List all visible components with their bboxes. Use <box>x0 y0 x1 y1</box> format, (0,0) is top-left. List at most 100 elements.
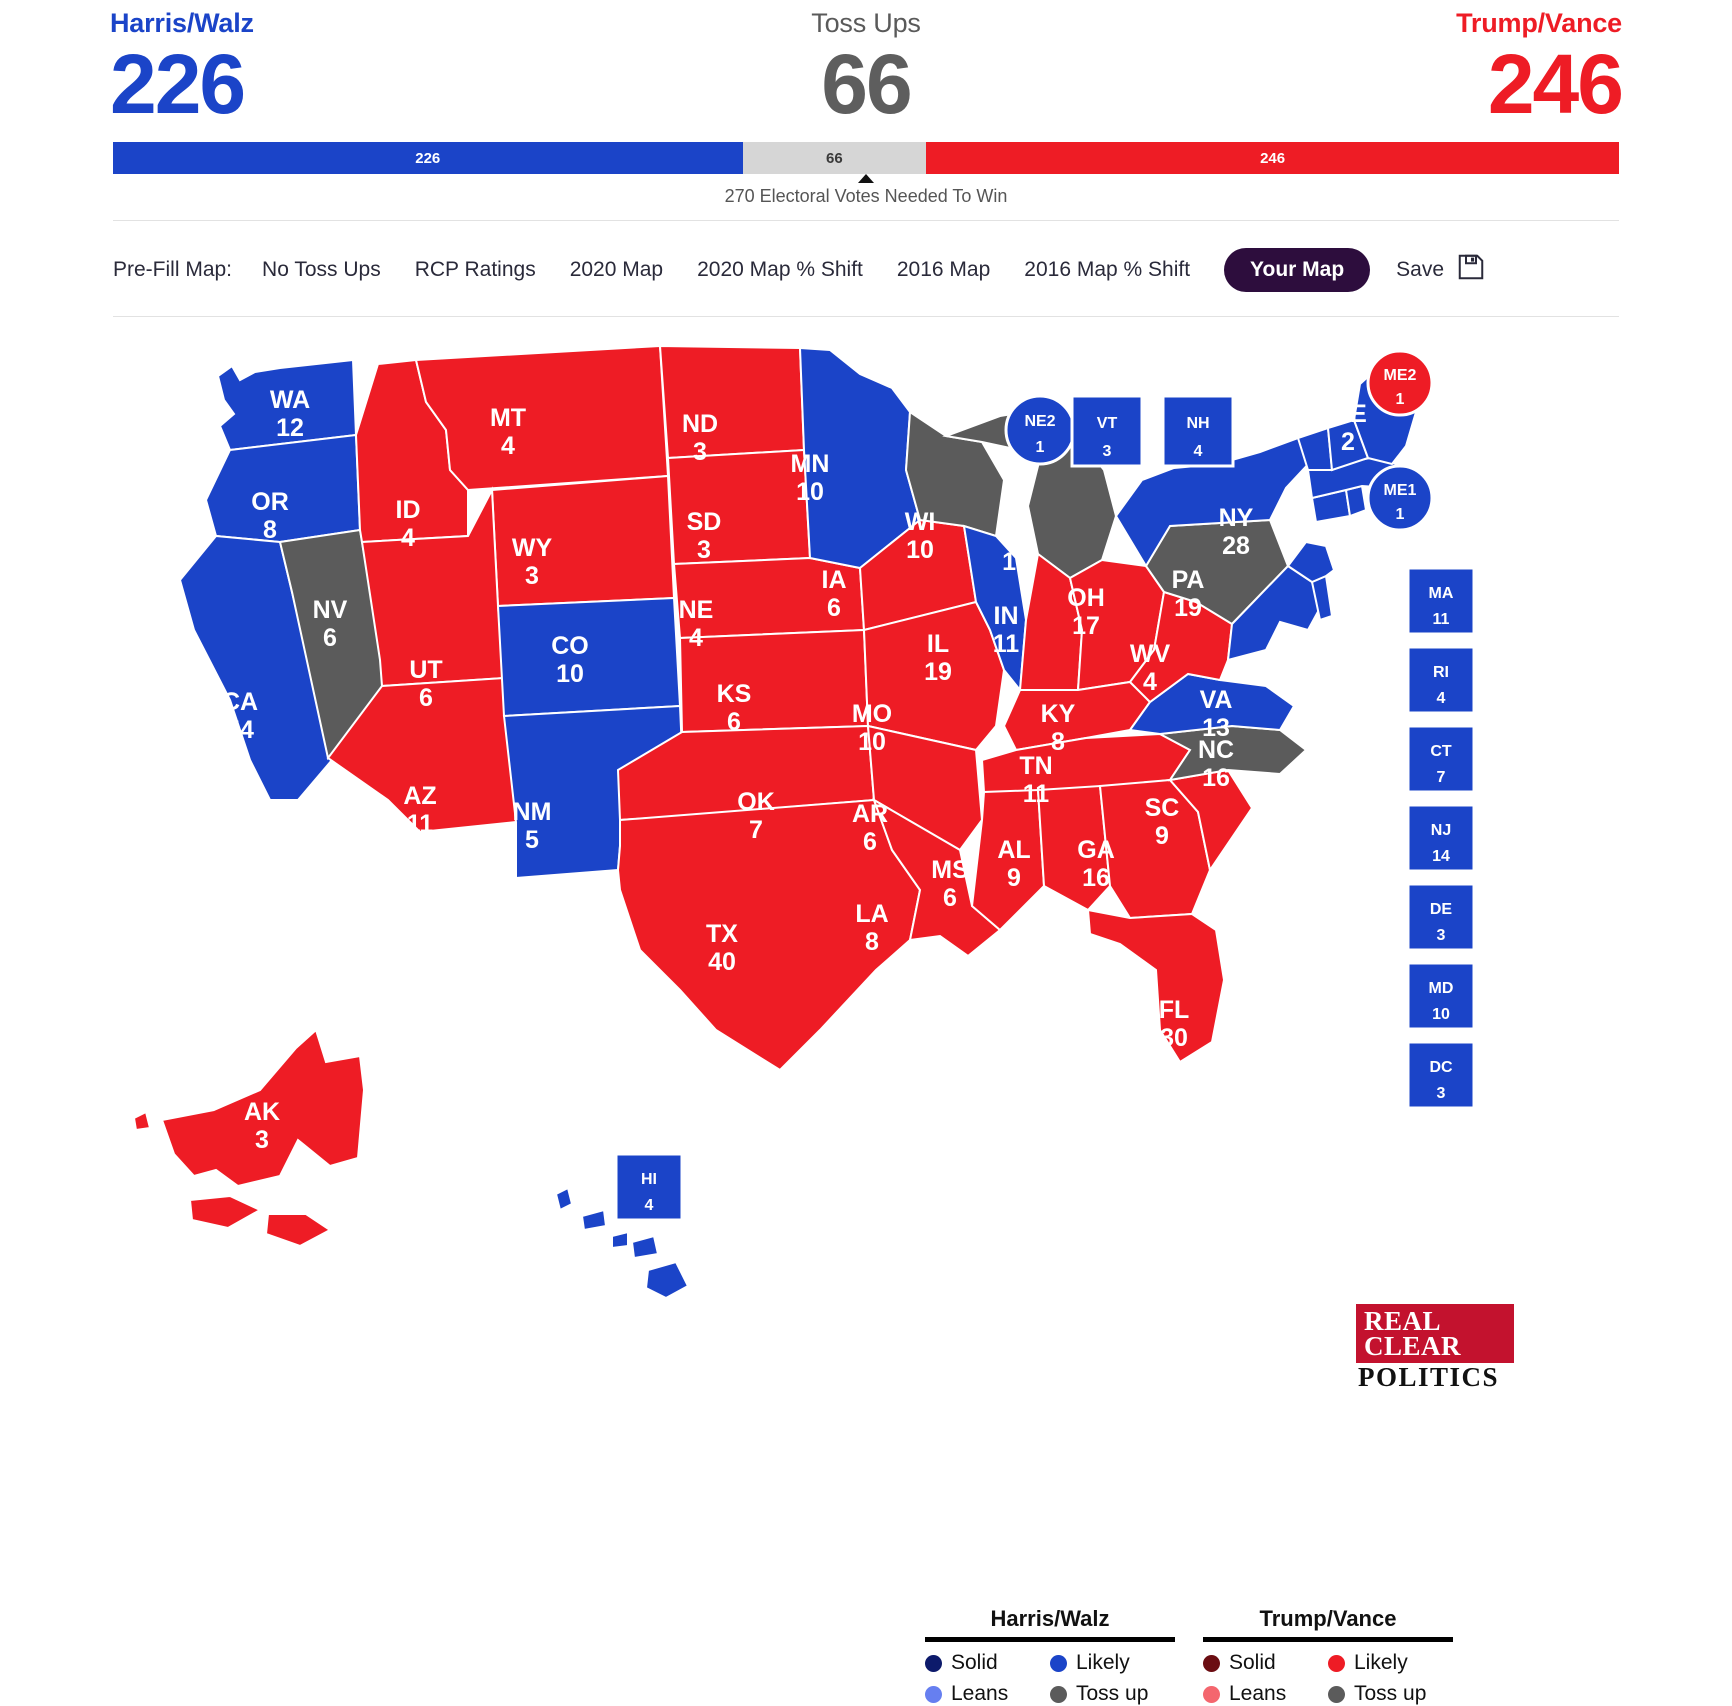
electoral-map: WA 12 OR 8 CA 54 NV 6 ID 4 MT 4 WY 3 UT 6 AZ 11 C… <box>0 330 1732 1705</box>
legend-dot-dem-likely <box>1050 1654 1067 1672</box>
label-VA-ab: VA <box>1200 686 1233 714</box>
label-ID-ev: 4 <box>401 524 415 552</box>
label-FL-ab: FL <box>1159 996 1190 1024</box>
state-CO[interactable] <box>496 596 682 718</box>
label-NY-ev: 28 <box>1222 532 1250 560</box>
prefill-option-2020-map-shift[interactable]: 2020 Map % Shift <box>697 258 863 282</box>
state-ND[interactable] <box>658 344 806 460</box>
legend-dot-dem-solid <box>925 1654 942 1672</box>
prefill-option-2016-map[interactable]: 2016 Map <box>897 258 990 282</box>
label-VT-box-ab: VT <box>1097 415 1118 432</box>
label-TN-ev: 11 <box>1023 780 1050 808</box>
label-WY-ab: WY <box>512 534 553 562</box>
label-SD-ev: 3 <box>697 536 711 564</box>
legend-item-dem-solid: Solid <box>925 1651 1050 1675</box>
prefill-option-no-toss-ups[interactable]: No Toss Ups <box>262 258 381 282</box>
label-WV-ab: WV <box>1130 640 1171 668</box>
label-ND-ab: ND <box>682 410 718 438</box>
label-TX-ab: TX <box>706 920 738 948</box>
rep-total: Trump/Vance 246 <box>1456 8 1624 126</box>
legend-dot-dem-tossup <box>1050 1685 1067 1703</box>
label-AK-ab: AK <box>244 1098 280 1126</box>
legend-label-rep-tossup: Toss up <box>1354 1682 1427 1705</box>
label-NY-ab: NY <box>1219 504 1254 532</box>
label-SC-ev: 9 <box>1155 822 1169 850</box>
state-MT[interactable] <box>414 344 670 492</box>
label-GA-ev: 16 <box>1082 864 1110 892</box>
label-UT-ev: 6 <box>419 684 433 712</box>
label-PA-ab: PA <box>1172 566 1205 594</box>
label-MT-ev: 4 <box>501 432 515 460</box>
label-IN-ev: 11 <box>993 630 1020 658</box>
prefill-option-rcp-ratings[interactable]: RCP Ratings <box>415 258 536 282</box>
state-SD[interactable] <box>666 448 812 566</box>
label-OH-ev: 17 <box>1072 612 1100 640</box>
label-AR-ab: AR <box>852 800 888 828</box>
majority-threshold-marker <box>858 174 874 183</box>
us-map-svg[interactable]: WA12 OR8 CA54 NV6 ID4 MT4 WY3 UT6 AZ11 C… <box>120 330 1540 1340</box>
label-NM-ev: 5 <box>525 826 539 854</box>
label-OK-ev: 7 <box>749 816 763 844</box>
label-NC-ev: 16 <box>1202 764 1230 792</box>
bar-caption: 270 Electoral Votes Needed To Win <box>724 186 1008 206</box>
legend-item-rep-solid: Solid <box>1203 1651 1328 1675</box>
legend-dot-rep-tossup <box>1328 1685 1345 1703</box>
legend-dot-rep-solid <box>1203 1654 1220 1672</box>
label-ID-ab: ID <box>396 496 421 524</box>
legend-item-rep-tossup: Toss up <box>1328 1682 1453 1706</box>
legend-label-dem-solid: Solid <box>951 1651 998 1674</box>
label-ME2-ab: ME2 <box>1384 367 1417 384</box>
divider-bottom <box>113 316 1619 317</box>
label-MA-box-ab: MA <box>1429 585 1454 602</box>
label-SD-ab: SD <box>687 508 722 536</box>
label-WI-ev: 10 <box>906 536 934 564</box>
state-RI[interactable] <box>1344 484 1368 518</box>
label-IL-ab: IL <box>927 630 949 658</box>
label-NE2-ev: 1 <box>1036 439 1045 456</box>
label-FL-ev: 30 <box>1160 1024 1188 1052</box>
legend-title-dem: Harris/Walz <box>990 1606 1110 1631</box>
label-ME-ev: 2 <box>1341 428 1355 456</box>
prefill-option-2020-map[interactable]: 2020 Map <box>570 258 663 282</box>
label-MD-box-ev: 10 <box>1432 1006 1450 1023</box>
label-RI-box-ev: 4 <box>1437 690 1446 707</box>
label-TX-ev: 40 <box>708 948 736 976</box>
label-MS-ev: 6 <box>943 884 957 912</box>
label-PA-ev: 19 <box>1174 594 1202 622</box>
legend-title-rep: Trump/Vance <box>1259 1606 1397 1631</box>
your-map-button[interactable]: Your Map <box>1224 248 1371 292</box>
floppy-disk-icon <box>1456 252 1486 288</box>
label-HI-box-ab: HI <box>641 1171 657 1188</box>
label-DC-box-ab: DC <box>1429 1059 1453 1076</box>
prefill-label: Pre-Fill Map: <box>113 258 233 281</box>
label-UT-ab: UT <box>409 656 442 684</box>
label-AR-ev: 6 <box>863 828 877 856</box>
label-SC-ab: SC <box>1145 794 1180 822</box>
label-OR-ab: OR <box>251 488 289 516</box>
scoreboard-header: Harris/Walz 226 Toss Ups 66 Trump/Vance … <box>0 0 1732 225</box>
label-CT-box-ev: 7 <box>1437 769 1446 786</box>
divider-top <box>113 220 1619 221</box>
label-NE-ab: NE <box>679 596 714 624</box>
label-OK-ab: OK <box>737 788 775 816</box>
prefill-option-2016-map-shift[interactable]: 2016 Map % Shift <box>1024 258 1190 282</box>
logo-line-politics: POLITICS <box>1358 1361 1500 1392</box>
label-NV-ev: 6 <box>323 624 337 652</box>
label-OR-ev: 8 <box>263 516 277 544</box>
save-button[interactable]: Save <box>1396 252 1486 288</box>
label-GA-ab: GA <box>1077 836 1115 864</box>
label-CT-box-ab: CT <box>1430 743 1452 760</box>
label-AK-ev: 3 <box>255 1126 269 1154</box>
state-FL[interactable] <box>1086 908 1226 1064</box>
label-LA-ab: LA <box>855 900 888 928</box>
label-KS-ev: 6 <box>727 708 741 736</box>
label-CA-ev: 54 <box>226 716 254 744</box>
label-RI-box-ab: RI <box>1433 664 1449 681</box>
label-AZ-ev: 11 <box>407 810 434 838</box>
label-ME1-ev: 1 <box>1396 506 1405 523</box>
state-KS[interactable] <box>678 628 870 734</box>
legend-dot-rep-likely <box>1328 1654 1345 1672</box>
legend-item-rep-leans: Leans <box>1203 1682 1328 1706</box>
state-AK[interactable] <box>132 1028 366 1248</box>
logo-line-clear: CLEAR <box>1364 1331 1462 1362</box>
